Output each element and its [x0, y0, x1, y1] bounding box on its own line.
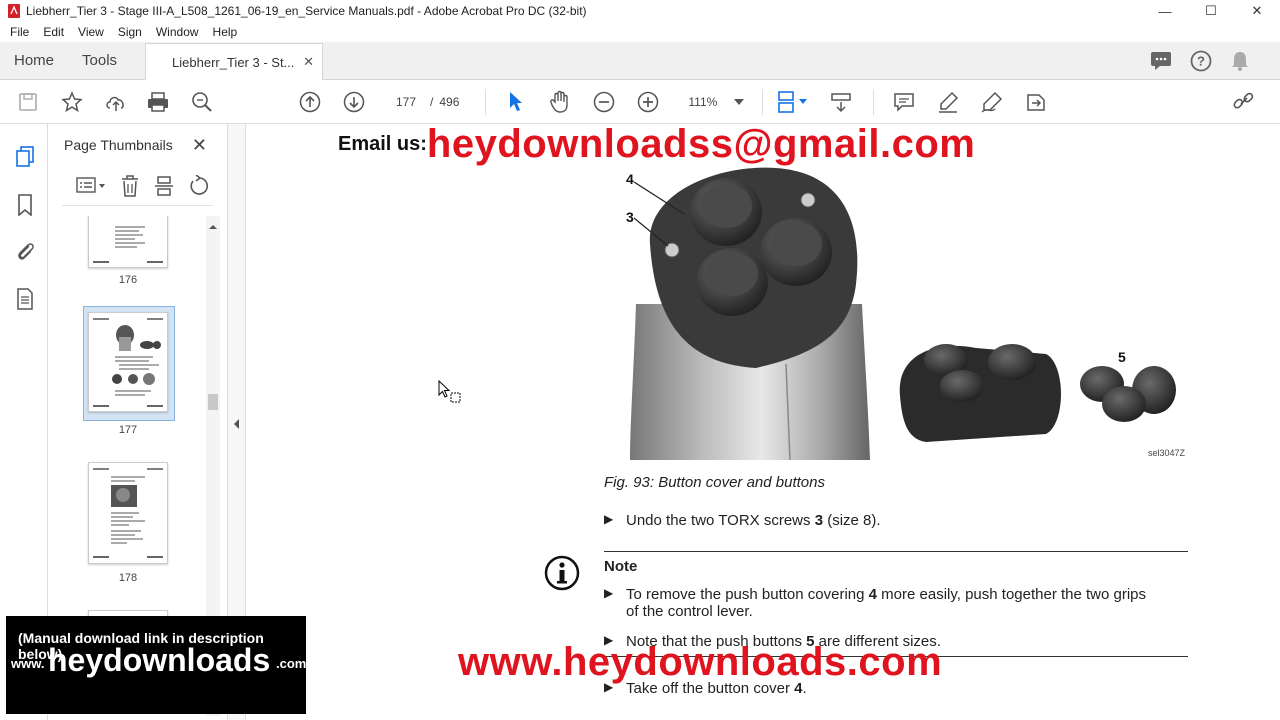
- notifications-bell-icon[interactable]: [1230, 50, 1250, 72]
- document-viewer[interactable]: Email us: heydownloadss@gmail.com 4 3 5 …: [246, 124, 1280, 720]
- menu-window[interactable]: Window: [156, 25, 199, 39]
- panel-title: Page Thumbnails: [64, 137, 173, 153]
- page-number-input[interactable]: 177: [388, 91, 424, 113]
- title-bar: Liebherr_Tier 3 - Stage III-A_L508_1261_…: [0, 0, 1280, 22]
- email-label: Email us:: [338, 132, 427, 155]
- tab-document[interactable]: Liebherr_Tier 3 - St... ✕: [145, 43, 324, 80]
- figure-caption: Fig. 93: Button cover and buttons: [604, 474, 825, 491]
- main-toolbar: 177 / 496 111%: [0, 80, 1280, 124]
- window-title: Liebherr_Tier 3 - Stage III-A_L508_1261_…: [26, 4, 587, 18]
- comments-icon[interactable]: [1150, 51, 1172, 71]
- zoom-in-icon[interactable]: [636, 90, 660, 114]
- maximize-button[interactable]: ☐: [1188, 0, 1234, 22]
- hand-tool-icon[interactable]: [548, 90, 572, 114]
- website-watermark: www.heydownloads.com: [458, 640, 943, 684]
- upload-cloud-icon[interactable]: [104, 90, 128, 114]
- bookmarks-icon[interactable]: [14, 194, 36, 216]
- image-code: sel3047Z: [1148, 448, 1186, 458]
- search-icon[interactable]: [190, 90, 214, 114]
- more-tools-icon[interactable]: [1024, 90, 1048, 114]
- highlight-pen-icon[interactable]: [936, 90, 960, 114]
- email-address: heydownloadss@gmail.com: [426, 124, 976, 166]
- thumbnail-label: 177: [118, 424, 138, 436]
- page-thumbnails-icon[interactable]: [14, 146, 36, 168]
- help-icon[interactable]: ?: [1190, 50, 1212, 72]
- svg-text:?: ?: [1197, 53, 1205, 68]
- mouse-cursor-icon: [438, 380, 461, 403]
- thumbnail-page-177[interactable]: [88, 312, 168, 412]
- promo-www: www.: [11, 656, 45, 671]
- thumbnail-page-178[interactable]: [88, 462, 168, 564]
- share-link-icon[interactable]: [1232, 90, 1256, 114]
- menu-edit[interactable]: Edit: [43, 25, 64, 39]
- thumbnail-label: 178: [118, 572, 138, 584]
- minimize-button[interactable]: —: [1142, 0, 1188, 22]
- zoom-out-icon[interactable]: [592, 90, 616, 114]
- callout-5: 5: [1118, 349, 1126, 365]
- instruction-step: ▶ Undo the two TORX screws 3 (size 8).: [604, 512, 881, 529]
- zoom-level[interactable]: 111%: [688, 95, 728, 109]
- document-tab-label: Liebherr_Tier 3 - St...: [172, 54, 295, 70]
- attachments-icon[interactable]: [14, 240, 36, 262]
- menu-file[interactable]: File: [10, 25, 29, 39]
- previous-page-icon[interactable]: [298, 90, 322, 114]
- close-panel-icon[interactable]: ✕: [192, 135, 207, 156]
- thumbnail-label: 176: [118, 274, 138, 286]
- menu-bar: File Edit View Sign Window Help: [0, 22, 1280, 42]
- total-pages: 496: [439, 94, 460, 109]
- delete-pages-icon[interactable]: [120, 174, 140, 197]
- zoom-dropdown-icon[interactable]: [734, 98, 745, 105]
- note-title: Note: [604, 558, 638, 575]
- acrobat-icon: [8, 4, 20, 18]
- tab-bar: Home Tools Liebherr_Tier 3 - St... ✕ ?: [0, 42, 1280, 80]
- document-properties-icon[interactable]: [14, 288, 36, 310]
- next-page-icon[interactable]: [342, 90, 366, 114]
- menu-sign[interactable]: Sign: [118, 25, 142, 39]
- scroll-mode-icon[interactable]: [829, 90, 853, 114]
- promo-brand: heydownloads: [48, 642, 271, 678]
- scrollbar-thumb[interactable]: [208, 394, 218, 410]
- promo-banner: (Manual download link in description bel…: [6, 616, 306, 714]
- select-cursor-icon[interactable]: [504, 90, 528, 114]
- email-watermark: Email us: heydownloadss@gmail.com: [338, 124, 976, 166]
- thumbnail-options-icon[interactable]: [76, 176, 106, 195]
- close-window-button[interactable]: ✕: [1234, 0, 1280, 22]
- save-icon[interactable]: [16, 90, 40, 114]
- figure-image: 4 3 5 sel3047Z: [626, 167, 1186, 461]
- collapse-arrow-icon[interactable]: [232, 418, 242, 430]
- extract-pages-icon[interactable]: [154, 175, 174, 197]
- thumbnail-page-176[interactable]: [88, 216, 168, 268]
- callout-4: 4: [626, 171, 634, 187]
- note-top-rule: [604, 551, 1188, 552]
- scroll-up-arrow-icon[interactable]: [206, 222, 220, 232]
- callout-3: 3: [626, 209, 634, 225]
- page-display-dropdown-icon[interactable]: [799, 99, 808, 104]
- bookmark-star-icon[interactable]: [60, 90, 84, 114]
- info-icon: [544, 555, 580, 591]
- rotate-page-icon[interactable]: [188, 174, 210, 197]
- fill-sign-icon[interactable]: [980, 90, 1004, 114]
- note-item: ▶ To remove the push button covering 4 m…: [604, 586, 1147, 620]
- tab-tools[interactable]: Tools: [68, 42, 131, 79]
- menu-help[interactable]: Help: [213, 25, 238, 39]
- page-display-icon[interactable]: [775, 90, 799, 114]
- print-icon[interactable]: [146, 90, 170, 114]
- page-separator: /: [430, 94, 434, 109]
- tab-home[interactable]: Home: [0, 42, 68, 79]
- close-tab-icon[interactable]: ✕: [303, 54, 314, 70]
- promo-com: .com: [276, 656, 307, 671]
- comment-icon[interactable]: [892, 90, 916, 114]
- menu-view[interactable]: View: [78, 25, 104, 39]
